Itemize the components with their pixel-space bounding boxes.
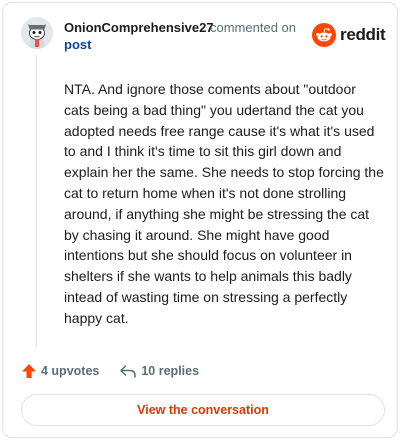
comment-card: OnionComprehensive27 commented on post r… (2, 2, 398, 438)
snoo-avatar-icon (21, 17, 53, 49)
upvote-count: 4 upvotes (41, 364, 100, 378)
view-conversation-button[interactable]: View the conversation (21, 394, 385, 426)
upvote-arrow-icon (22, 364, 36, 378)
commented-on-text: commented on (210, 20, 296, 35)
replies-button[interactable]: 10 replies (119, 363, 199, 379)
reddit-logo-icon (312, 23, 336, 47)
comment-actions: 4 upvotes 10 replies (21, 360, 199, 382)
user-avatar[interactable] (21, 17, 53, 49)
reddit-wordmark: reddit (340, 25, 386, 44)
username[interactable]: OnionComprehensive27 (64, 20, 214, 35)
comment-body: NTA. And ignore those coments about "out… (64, 81, 384, 326)
reply-arrow-icon (120, 365, 137, 378)
upvote-button[interactable]: 4 upvotes (21, 363, 99, 379)
reddit-logo[interactable]: reddit (312, 23, 386, 47)
post-link[interactable]: post (64, 37, 91, 52)
replies-count: 10 replies (141, 364, 200, 378)
thread-line (36, 55, 37, 347)
